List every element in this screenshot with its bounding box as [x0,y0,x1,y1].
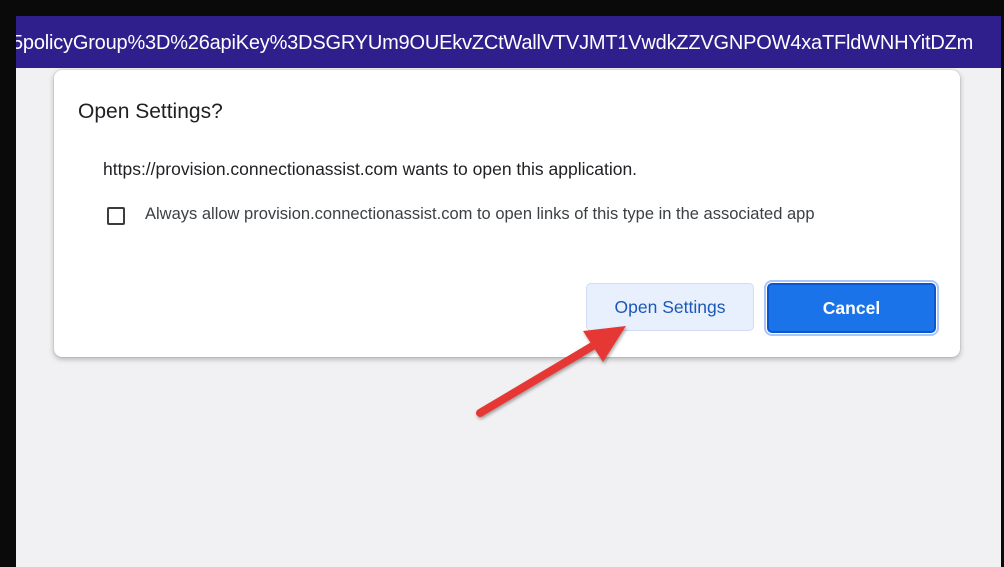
cancel-button[interactable]: Cancel [764,280,939,336]
always-allow-checkbox[interactable] [107,207,125,225]
open-app-dialog: Open Settings? https://provision.connect… [54,70,960,357]
url-text: 5policyGroup%3D%26apiKey%3DSGRYUm9OUEkvZ… [16,32,974,54]
always-allow-label[interactable]: Always allow provision.connectionassist.… [145,205,815,224]
frame-border-top [0,0,1004,16]
open-settings-button[interactable]: Open Settings [586,283,754,331]
dialog-message: https://provision.connectionassist.com w… [103,159,638,179]
frame-border-left [0,0,16,567]
dialog-title: Open Settings? [78,100,223,123]
address-bar[interactable]: 5policyGroup%3D%26apiKey%3DSGRYUm9OUEkvZ… [16,16,1001,68]
screenshot-frame: 5policyGroup%3D%26apiKey%3DSGRYUm9OUEkvZ… [0,0,1004,567]
